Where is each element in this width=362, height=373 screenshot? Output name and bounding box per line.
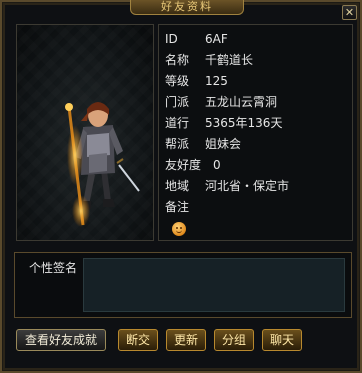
view-achievements-button[interactable]: 查看好友成就	[16, 329, 106, 351]
signature-field[interactable]	[83, 258, 345, 312]
info-value-level: 125	[205, 74, 228, 88]
info-value-daoxing: 5365年136天	[205, 116, 283, 130]
info-row-name: 名称 千鹤道长	[165, 51, 347, 70]
info-row-note: 备注	[165, 198, 347, 217]
info-label-name: 名称	[165, 53, 190, 67]
info-row-friendship: 友好度 0	[165, 156, 347, 175]
window-title: 好友资料	[130, 0, 244, 15]
info-label-level: 等级	[165, 74, 190, 88]
info-row-level: 等级 125	[165, 72, 347, 91]
info-label-guild: 帮派	[165, 137, 190, 151]
info-row-daoxing: 道行 5365年136天	[165, 114, 347, 133]
info-value-friendship: 0	[213, 158, 221, 172]
character-portrait	[16, 24, 154, 241]
info-label-region: 地域	[165, 179, 190, 193]
info-panel: ID 6AF 名称 千鹤道长 等级 125 门派 五龙山云霄洞 道行 5365年136天 …	[158, 24, 353, 241]
info-label-sect: 门派	[165, 95, 190, 109]
emoji-icon[interactable]	[172, 222, 186, 236]
break-friendship-button[interactable]: 断交	[118, 329, 158, 351]
info-row-guild: 帮派 姐妹会	[165, 135, 347, 154]
info-label-note: 备注	[165, 200, 190, 214]
info-value-id: 6AF	[205, 32, 228, 46]
group-button[interactable]: 分组	[214, 329, 254, 351]
info-value-region: 河北省・保定市	[205, 179, 290, 193]
friend-info-window: 好友资料 ✕ ID 6AF 名称 千鹤道长 等级 125 门派 五龙山云霄洞 道…	[0, 0, 362, 373]
info-value-name: 千鹤道长	[205, 53, 254, 67]
info-row-id: ID 6AF	[165, 30, 347, 49]
info-label-daoxing: 道行	[165, 116, 190, 130]
info-value-sect: 五龙山云霄洞	[205, 95, 278, 109]
signature-label: 个性签名	[29, 261, 78, 275]
refresh-button[interactable]: 更新	[166, 329, 206, 351]
character-figure-image	[65, 102, 140, 227]
info-value-guild: 姐妹会	[205, 137, 242, 151]
info-row-sect: 门派 五龙山云霄洞	[165, 93, 347, 112]
info-label-friendship: 友好度	[165, 158, 202, 172]
info-label-id: ID	[165, 32, 178, 46]
signature-panel: 个性签名	[14, 252, 352, 318]
info-row-region: 地域 河北省・保定市	[165, 177, 347, 196]
close-button[interactable]: ✕	[342, 5, 357, 20]
chat-button[interactable]: 聊天	[262, 329, 302, 351]
